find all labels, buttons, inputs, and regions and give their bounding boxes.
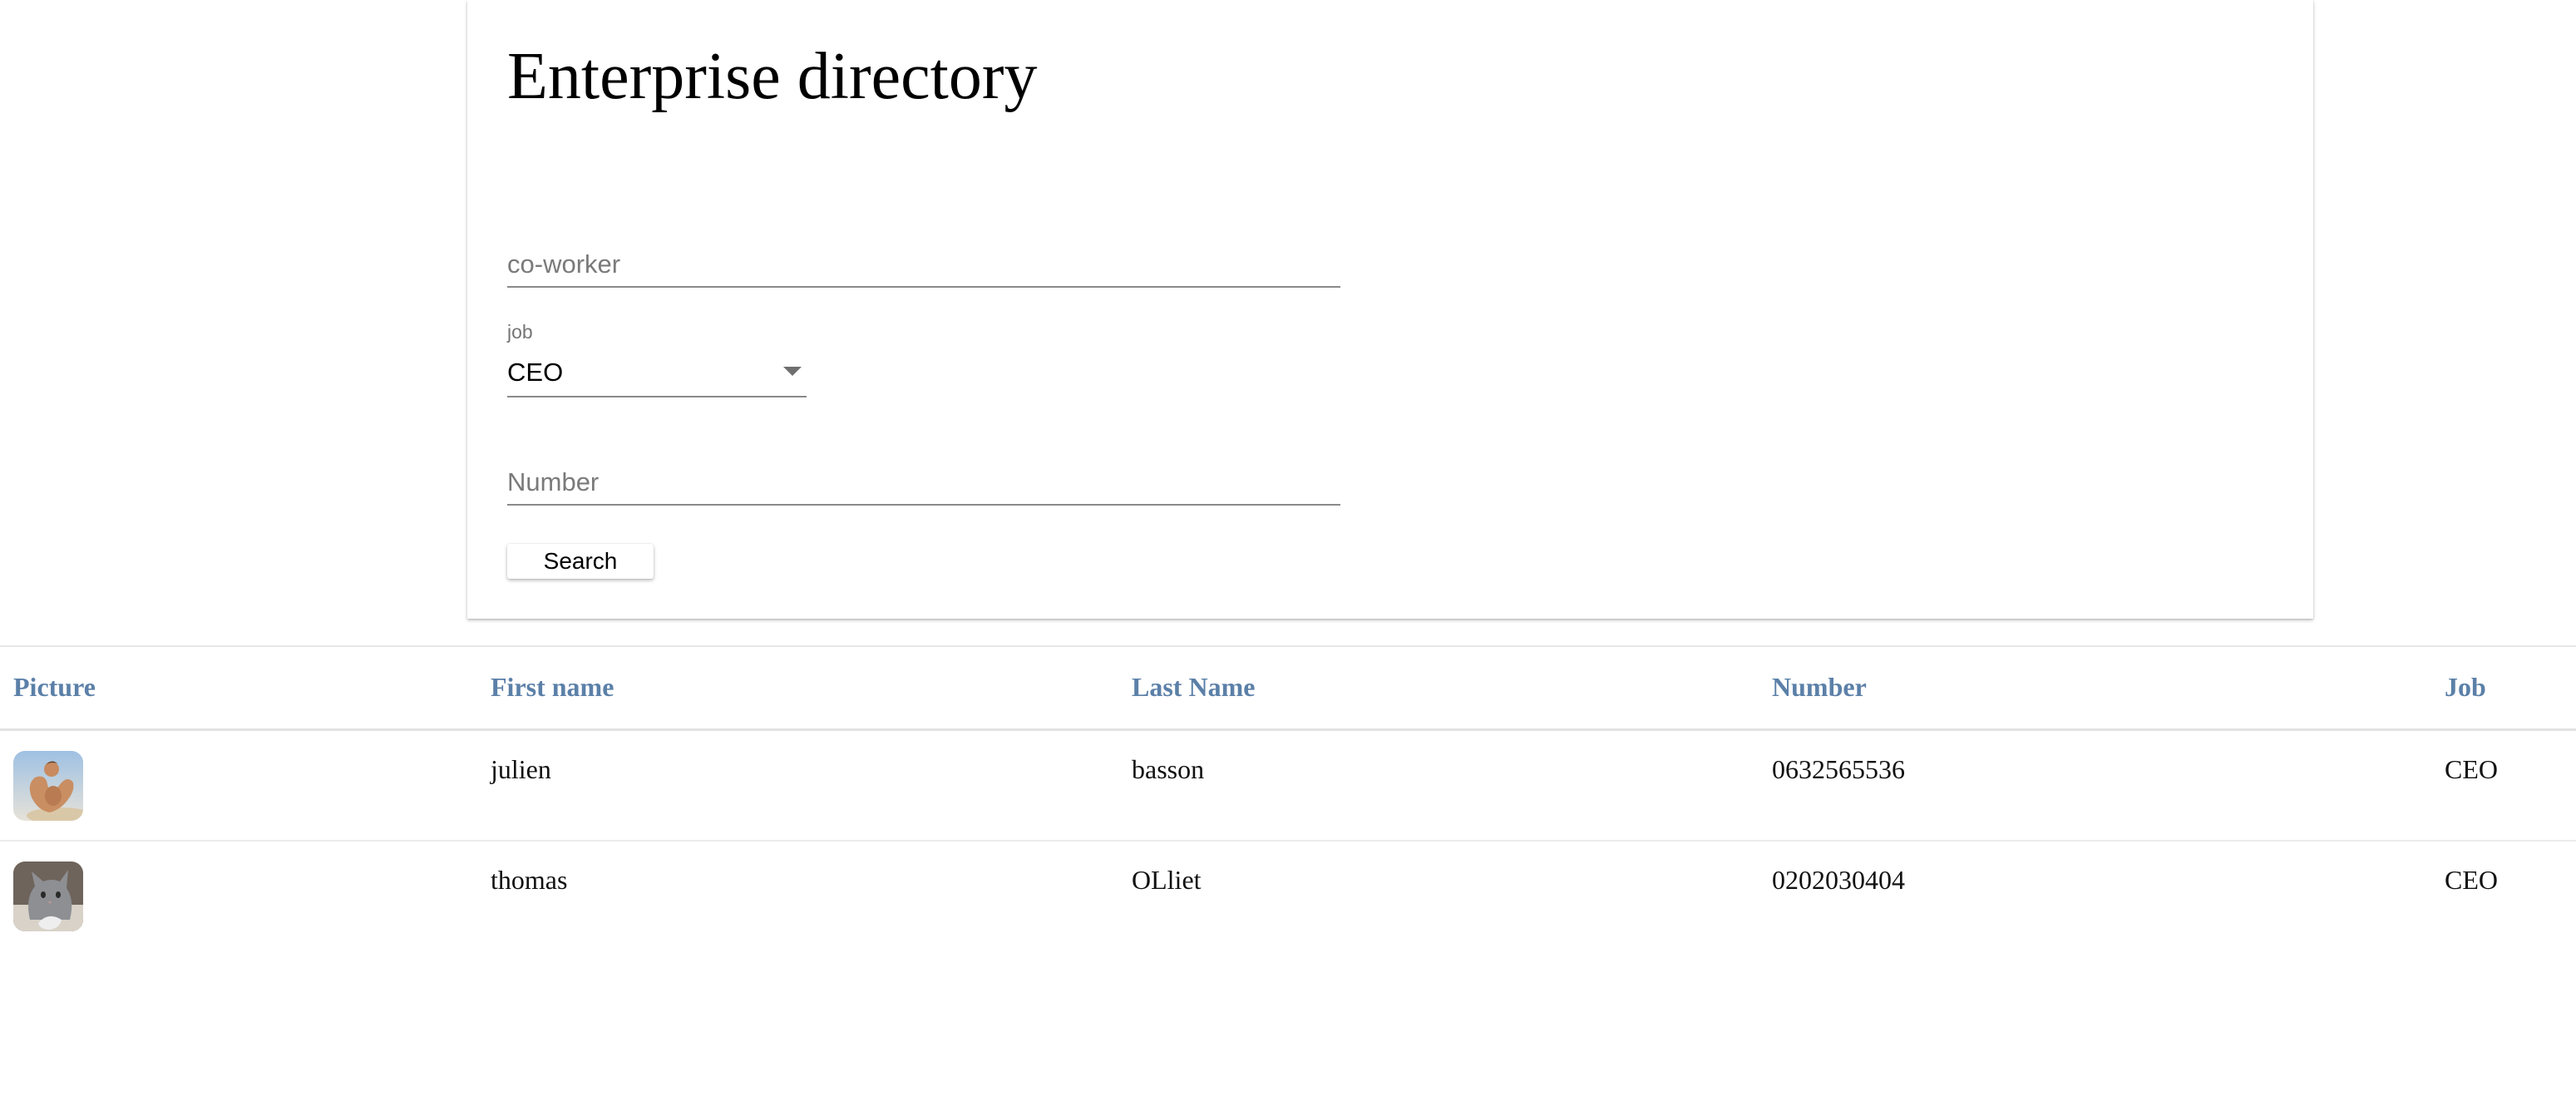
directory-table: Picture First name Last Name Number Job [0, 645, 2576, 952]
chevron-down-icon[interactable] [783, 367, 802, 376]
number-field[interactable] [507, 461, 1340, 506]
last-name-cell: OLliet [1132, 865, 1202, 895]
coworker-field[interactable] [507, 243, 1340, 288]
job-select-label: job [507, 321, 533, 343]
avatar-muscular-man-icon [13, 750, 83, 821]
job-cell: CEO [2445, 865, 2498, 895]
first-name-cell: thomas [491, 865, 568, 895]
search-card: Enterprise directory job CEO Search [467, 0, 2313, 619]
coworker-input[interactable] [507, 249, 1340, 279]
job-select-value[interactable]: CEO [507, 358, 563, 388]
last-name-cell: basson [1132, 753, 1205, 784]
job-select[interactable]: job CEO [507, 321, 807, 397]
column-header-last-name[interactable]: Last Name [1118, 646, 1759, 729]
table-header-row: Picture First name Last Name Number Job [0, 646, 2576, 729]
column-header-first-name[interactable]: First name [477, 646, 1118, 729]
number-cell: 0202030404 [1772, 865, 1905, 895]
search-button[interactable]: Search [507, 544, 654, 579]
table-row[interactable]: thomas OLliet 0202030404 CEO [0, 841, 2576, 952]
avatar-cat-icon [13, 861, 83, 931]
column-header-job[interactable]: Job [2431, 646, 2576, 729]
column-header-picture[interactable]: Picture [0, 646, 477, 729]
number-input[interactable] [507, 467, 1340, 497]
page-title: Enterprise directory [507, 40, 1038, 113]
number-cell: 0632565536 [1772, 753, 1905, 784]
table-row[interactable]: julien basson 0632565536 CEO [0, 729, 2576, 841]
first-name-cell: julien [491, 753, 551, 784]
column-header-number[interactable]: Number [1759, 646, 2431, 729]
picture-cell [0, 729, 477, 841]
job-cell: CEO [2445, 753, 2498, 784]
picture-cell [0, 841, 477, 952]
